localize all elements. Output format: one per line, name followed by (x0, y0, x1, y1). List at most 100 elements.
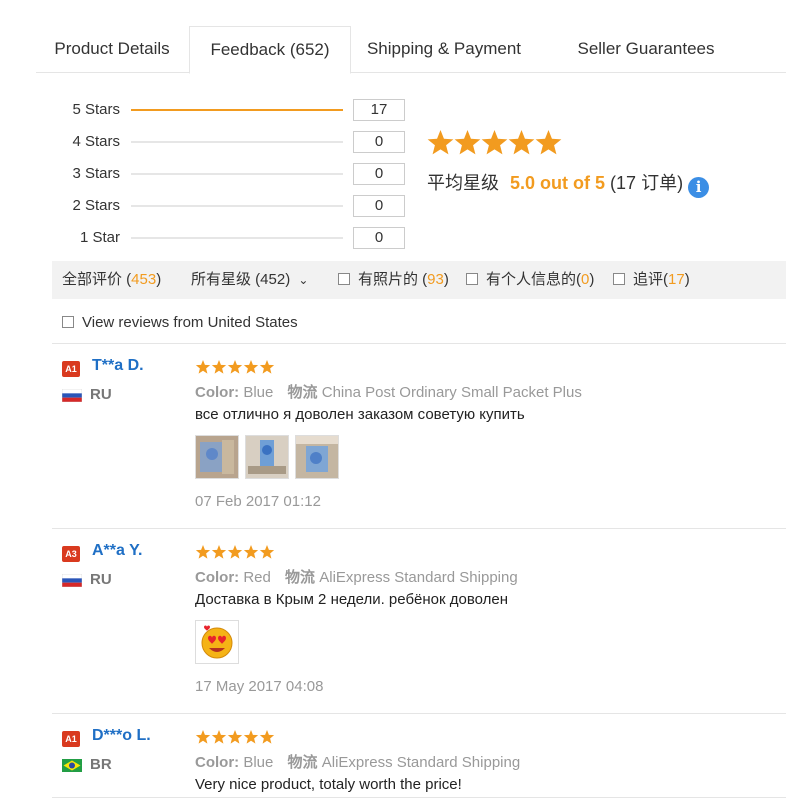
histogram-bar (131, 205, 343, 207)
review-sku-info: Color: Blue 物流 AliExpress Standard Shipp… (195, 751, 520, 772)
star-icon (259, 360, 275, 374)
color-value: Red (243, 569, 271, 586)
star-icon (195, 730, 211, 744)
star-icon (211, 545, 227, 559)
color-key: Color: (195, 384, 240, 401)
star-icon (259, 730, 275, 744)
filter-photos-label: 有照片的 ( (358, 271, 428, 288)
filter-all-count: 453 (131, 271, 157, 288)
histogram-count: 0 (353, 131, 405, 153)
histogram-bar (131, 109, 343, 111)
buyer-level-badge: A1 (62, 361, 80, 377)
review-photo (196, 436, 238, 478)
review-photo (246, 436, 288, 478)
chevron-down-icon: ⌄ (298, 273, 309, 287)
logistics-key: 物流 (285, 569, 316, 586)
buyer-level-badge: A1 (62, 731, 80, 747)
filter-additional-close: ) (684, 271, 690, 288)
checkbox-icon[interactable] (338, 273, 350, 285)
brazil-flag-icon (62, 759, 82, 772)
star-icon (243, 730, 259, 744)
review-sku-info: Color: Blue 物流 China Post Ordinary Small… (195, 381, 582, 402)
star-icon (211, 730, 227, 744)
buyer-name[interactable]: D***o L. (92, 727, 151, 745)
star-icon (481, 130, 508, 155)
logistics-key: 物流 (287, 754, 318, 771)
feedback-filter-bar: 全部评价 (453) 所有星级 (452) ⌄ 有照片的 (93) 有个人信息的… (52, 261, 786, 299)
average-star-rating (427, 130, 562, 155)
tab-bar-divider (36, 72, 786, 73)
review-photo-thumbnail[interactable] (195, 620, 239, 664)
review-date: 17 May 2017 04:08 (195, 678, 324, 695)
logistics-value: AliExpress Standard Shipping (319, 569, 518, 586)
star-icon (227, 730, 243, 744)
star-icon (259, 545, 275, 559)
histogram-count: 0 (353, 227, 405, 249)
buyer-country: RU (90, 386, 112, 403)
buyer-name[interactable]: A**a Y. (92, 542, 142, 560)
filter-all-reviews[interactable]: 全部评价 (453) (62, 261, 161, 299)
review-photo-thumbnail[interactable] (245, 435, 289, 479)
filter-with-photos[interactable]: 有照片的 (93) (338, 261, 449, 299)
review-photo (296, 436, 338, 478)
histogram-label: 1 Star (79, 229, 120, 246)
review-item: A1 D***o L. BR Color: Blue 物流 AliExpress… (52, 714, 786, 800)
filter-all-close: ) (156, 271, 162, 288)
review-item: A3 A**a Y. RU Color: Red 物流 AliExpress S… (52, 529, 786, 713)
filter-photos-close: ) (443, 271, 449, 288)
review-photo-thumbnail[interactable] (195, 435, 239, 479)
buyer-name[interactable]: T**a D. (92, 357, 144, 375)
filter-us-reviews[interactable]: View reviews from United States (62, 313, 298, 333)
review-date: 07 Feb 2017 01:12 (195, 493, 321, 510)
logistics-value: China Post Ordinary Small Packet Plus (321, 384, 582, 401)
review-item: A1 T**a D. RU Color: Blue 物流 China Post … (52, 344, 786, 528)
histogram-label: 3 Stars (72, 165, 120, 182)
checkbox-icon[interactable] (466, 273, 478, 285)
love-emoji-icon (201, 625, 233, 659)
filter-personal-label: 有个人信息的( (486, 271, 581, 288)
buyer-level-badge: A3 (62, 546, 80, 562)
histogram-row-3: 3 Stars 0 (36, 162, 436, 186)
checkbox-icon[interactable] (613, 273, 625, 285)
color-value: Blue (243, 384, 274, 401)
filter-additional-label: 追评( (633, 271, 668, 288)
star-icon (535, 130, 562, 155)
checkbox-icon[interactable] (62, 316, 74, 328)
filter-star-select[interactable]: 所有星级 (452) ⌄ (191, 261, 308, 299)
filter-photos-count: 93 (427, 271, 444, 288)
tab-feedback[interactable]: Feedback (652) (189, 26, 351, 74)
russia-flag-icon (62, 389, 82, 402)
histogram-row-5: 5 Stars 17 (36, 98, 436, 122)
review-photo-thumbnail[interactable] (295, 435, 339, 479)
tab-product-details[interactable]: Product Details (36, 26, 188, 72)
filter-personal-close: ) (589, 271, 595, 288)
histogram-label: 4 Stars (72, 133, 120, 150)
star-icon (243, 360, 259, 374)
star-icon (195, 545, 211, 559)
histogram-count: 0 (353, 195, 405, 217)
info-icon[interactable]: i (688, 177, 710, 198)
average-score: 5.0 out of 5 (510, 173, 606, 193)
filter-personal-info[interactable]: 有个人信息的(0) (466, 261, 594, 299)
divider (52, 797, 786, 798)
star-icon (508, 130, 535, 155)
filter-additional-feedback[interactable]: 追评(17) (613, 261, 690, 299)
star-icon (211, 360, 227, 374)
review-sku-info: Color: Red 物流 AliExpress Standard Shippi… (195, 566, 518, 587)
color-key: Color: (195, 569, 240, 586)
filter-star-select-label: 所有星级 (452) (191, 271, 291, 288)
star-icon (454, 130, 481, 155)
star-icon (227, 360, 243, 374)
russia-flag-icon (62, 574, 82, 587)
average-rating-line: 平均星级 5.0 out of 5 (17 订单) i (427, 170, 710, 198)
tab-bar: Product Details Feedback (652) Shipping … (36, 26, 786, 74)
review-star-rating (195, 730, 275, 744)
histogram-count: 0 (353, 163, 405, 185)
tab-seller-guarantees[interactable]: Seller Guarantees (556, 26, 736, 72)
histogram-row-2: 2 Stars 0 (36, 194, 436, 218)
average-rating-label: 平均星级 (427, 173, 499, 193)
star-icon (427, 130, 454, 155)
buyer-country: RU (90, 571, 112, 588)
tab-shipping-payment[interactable]: Shipping & Payment (354, 26, 534, 72)
logistics-key: 物流 (287, 384, 318, 401)
